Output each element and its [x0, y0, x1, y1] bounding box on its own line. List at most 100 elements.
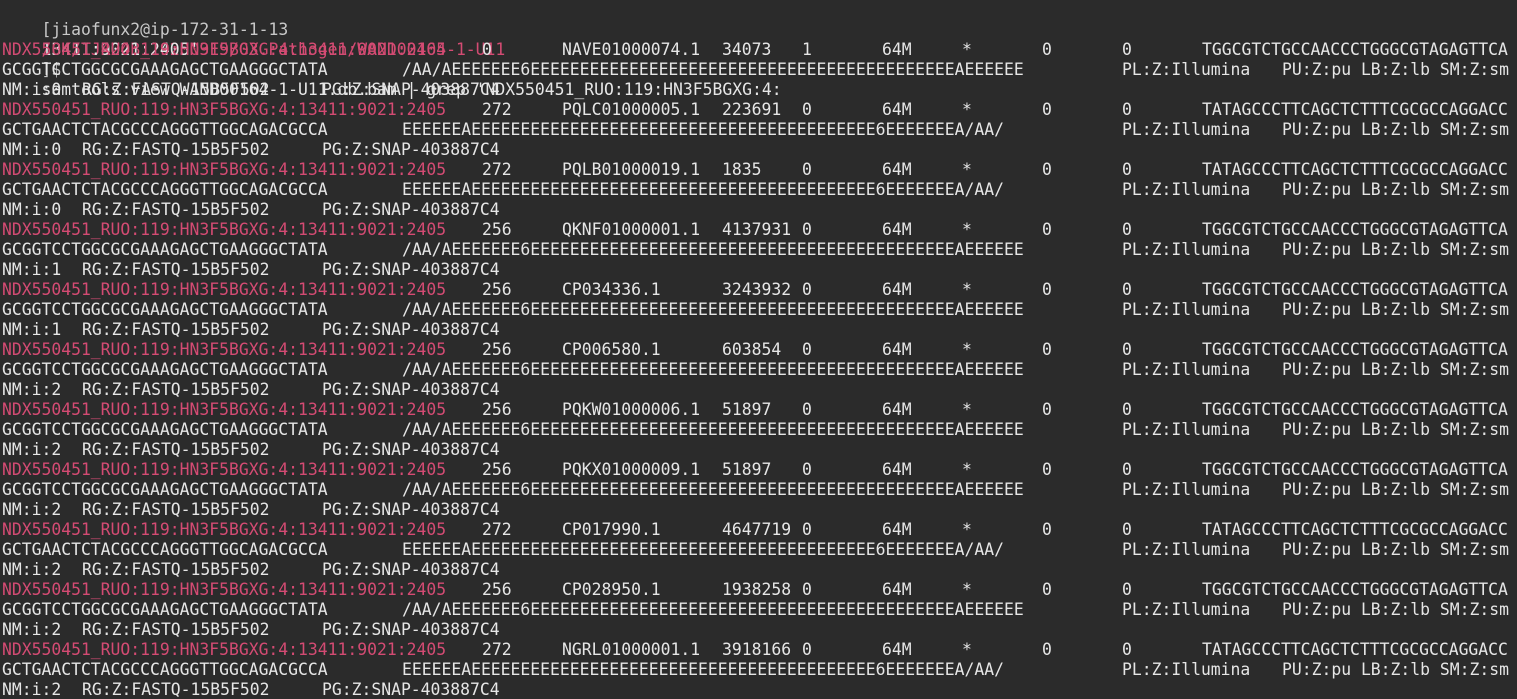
sam-field-rnext: *: [962, 640, 972, 659]
sam-field-qname: NDX550451_RUO:119:HN3F5BGXG:4:13411:9021…: [2, 280, 447, 299]
sam-field-seq-start: TGGCGTCTGCCAACCCTGGGCGTAGAGTTCA: [1202, 400, 1508, 419]
sam-field-seq-end: GCGGTCCTGGCGCGAAAGAGCTGAAGGGCTATA: [2, 420, 328, 439]
sam-field-cigar: 64M: [882, 400, 912, 419]
sam-field-cigar: 64M: [882, 220, 912, 239]
sam-field-seq-start: TGGCGTCTGCCAACCCTGGGCGTAGAGTTCA: [1202, 40, 1508, 59]
sam-field-seq-start: TGGCGTCTGCCAACCCTGGGCGTAGAGTTCA: [1202, 220, 1508, 239]
sam-field-mapq: 0: [802, 340, 812, 359]
sam-field-mapq: 0: [802, 640, 812, 659]
sam-field-pu-lb-sm: PU:Z:pu LB:Z:lb SM:Z:sm: [1282, 60, 1509, 79]
sam-field-rg: RG:Z:FASTQ-15B5F502: [82, 260, 270, 279]
sam-field-flag: 272: [482, 640, 512, 659]
sam-field-pos: 603854: [722, 340, 782, 359]
sam-field-seq-start: TATAGCCCTTCAGCTCTTTCGCGCCAGGACC: [1202, 160, 1508, 179]
sam-field-pl: PL:Z:Illumina: [1122, 60, 1251, 79]
sam-field-qual: EEEEEEAEEEEEEEEEEEEEEEEEEEEEEEEEEEEEEEEE…: [402, 660, 1004, 679]
sam-field-seq-end: GCGGTCCTGGCGCGAAAGAGCTGAAGGGCTATA: [2, 240, 328, 259]
sam-field-tlen: 0: [1122, 220, 1132, 239]
sam-field-pos: 4137931: [722, 220, 792, 239]
sam-field-pl: PL:Z:Illumina: [1122, 540, 1251, 559]
sam-field-flag: 256: [482, 400, 512, 419]
sam-field-rg: RG:Z:FASTQ-15B5F502: [82, 620, 270, 639]
sam-field-qname: NDX550451_RUO:119:HN3F5BGXG:4:13411:9021…: [2, 460, 447, 479]
command-continuation-line: 13411:9021:2405': [2, 20, 199, 59]
sam-field-rnext: *: [962, 220, 972, 239]
sam-field-rg: RG:Z:FASTQ-15B5F502: [82, 440, 270, 459]
sam-field-qname: NDX550451_RUO:119:HN3F5BGXG:4:13411:9021…: [2, 580, 447, 599]
sam-field-pu-lb-sm: PU:Z:pu LB:Z:lb SM:Z:sm: [1282, 600, 1509, 619]
sam-field-nm: NM:i:2: [2, 560, 62, 579]
sam-field-pl: PL:Z:Illumina: [1122, 240, 1251, 259]
sam-field-rg: RG:Z:FASTQ-15B5F502: [82, 560, 270, 579]
sam-field-pg: PG:Z:SNAP-403887C4: [322, 320, 500, 339]
sam-field-seq-end: GCTGAACTCTACGCCCAGGGTTGGCAGACGCCA: [2, 120, 328, 139]
sam-field-cigar: 64M: [882, 460, 912, 479]
sam-field-pl: PL:Z:Illumina: [1122, 120, 1251, 139]
sam-field-mapq: 1: [802, 40, 812, 59]
sam-field-mapq: 0: [802, 400, 812, 419]
sam-field-pu-lb-sm: PU:Z:pu LB:Z:lb SM:Z:sm: [1282, 360, 1509, 379]
sam-field-pnext: 0: [1042, 520, 1052, 539]
sam-field-tlen: 0: [1122, 160, 1132, 179]
sam-field-pu-lb-sm: PU:Z:pu LB:Z:lb SM:Z:sm: [1282, 540, 1509, 559]
sam-field-rname: CP034336.1: [562, 280, 661, 299]
sam-field-pu-lb-sm: PU:Z:pu LB:Z:lb SM:Z:sm: [1282, 180, 1509, 199]
sam-field-pos: 3918166: [722, 640, 792, 659]
sam-field-rname: NGRL01000001.1: [562, 640, 701, 659]
sam-field-rname: PQKX01000009.1: [562, 460, 701, 479]
sam-field-pos: 1835: [722, 160, 762, 179]
sam-field-seq-end: GCGGTCCTGGCGCGAAAGAGCTGAAGGGCTATA: [2, 480, 328, 499]
sam-field-pu-lb-sm: PU:Z:pu LB:Z:lb SM:Z:sm: [1282, 300, 1509, 319]
sam-field-pl: PL:Z:Illumina: [1122, 600, 1251, 619]
sam-field-cigar: 64M: [882, 340, 912, 359]
sam-field-cigar: 64M: [882, 640, 912, 659]
sam-field-rnext: *: [962, 280, 972, 299]
sam-field-flag: 256: [482, 580, 512, 599]
sam-field-nm: NM:i:0: [2, 140, 62, 159]
terminal-window[interactable]: [jiaofunx2@ip-172-31-1-13 /BK/TJ424B_202…: [0, 0, 1517, 699]
sam-field-seq-start: TGGCGTCTGCCAACCCTGGGCGTAGAGTTCA: [1202, 460, 1508, 479]
sam-field-pl: PL:Z:Illumina: [1122, 420, 1251, 439]
sam-field-pg: PG:Z:SNAP-403887C4: [322, 140, 500, 159]
sam-field-qname: NDX550451_RUO:119:HN3F5BGXG:4:13411:9021…: [2, 100, 447, 119]
sam-field-pu-lb-sm: PU:Z:pu LB:Z:lb SM:Z:sm: [1282, 420, 1509, 439]
sam-field-seq-end: GCTGAACTCTACGCCCAGGGTTGGCAGACGCCA: [2, 540, 328, 559]
sam-field-qual: EEEEEEAEEEEEEEEEEEEEEEEEEEEEEEEEEEEEEEEE…: [402, 180, 1004, 199]
sam-field-rg: RG:Z:FASTQ-15B5F502: [82, 320, 270, 339]
sam-field-mapq: 0: [802, 220, 812, 239]
sam-field-pos: 34073: [722, 40, 772, 59]
sam-field-rg: RG:Z:FASTQ-15B5F502: [82, 140, 270, 159]
sam-field-tlen: 0: [1122, 280, 1132, 299]
sam-field-qname: NDX550451_RUO:119:HN3F5BGXG:4:13411:9021…: [2, 640, 447, 659]
sam-field-pl: PL:Z:Illumina: [1122, 660, 1251, 679]
sam-field-seq-end: GCTGAACTCTACGCCCAGGGTTGGCAGACGCCA: [2, 180, 328, 199]
sam-field-nm: NM:i:1: [2, 320, 62, 339]
sam-field-flag: 256: [482, 220, 512, 239]
sam-field-rname: CP028950.1: [562, 580, 661, 599]
sam-field-nm: NM:i:2: [2, 440, 62, 459]
sam-field-pg: PG:Z:SNAP-403887C4: [322, 440, 500, 459]
sam-field-tlen: 0: [1122, 640, 1132, 659]
sam-field-nm: NM:i:1: [2, 260, 62, 279]
sam-field-pg: PG:Z:SNAP-403887C4: [322, 620, 500, 639]
sam-field-rname: NAVE01000074.1: [562, 40, 701, 59]
sam-field-rnext: *: [962, 400, 972, 419]
sam-field-flag: 256: [482, 280, 512, 299]
sam-field-nm: NM:i:2: [2, 500, 62, 519]
sam-field-rnext: *: [962, 460, 972, 479]
sam-field-cigar: 64M: [882, 580, 912, 599]
sam-field-tlen: 0: [1122, 520, 1132, 539]
sam-field-pu-lb-sm: PU:Z:pu LB:Z:lb SM:Z:sm: [1282, 660, 1509, 679]
sam-field-rname: QKNF01000001.1: [562, 220, 701, 239]
sam-field-rg: RG:Z:FASTQ-15B5F502: [82, 500, 270, 519]
sam-field-qname: NDX550451_RUO:119:HN3F5BGXG:4:13411:9021…: [2, 40, 447, 59]
sam-field-rg: RG:Z:FASTQ-15B5F502: [82, 80, 270, 99]
sam-field-tlen: 0: [1122, 580, 1132, 599]
sam-field-flag: 256: [482, 460, 512, 479]
sam-field-pl: PL:Z:Illumina: [1122, 480, 1251, 499]
sam-field-pos: 51897: [722, 400, 772, 419]
sam-field-rnext: *: [962, 520, 972, 539]
sam-field-pos: 1938258: [722, 580, 792, 599]
sam-field-seq-end: GCGGTCCTGGCGCGAAAGAGCTGAAGGGCTATA: [2, 300, 328, 319]
sam-field-rname: CP017990.1: [562, 520, 661, 539]
